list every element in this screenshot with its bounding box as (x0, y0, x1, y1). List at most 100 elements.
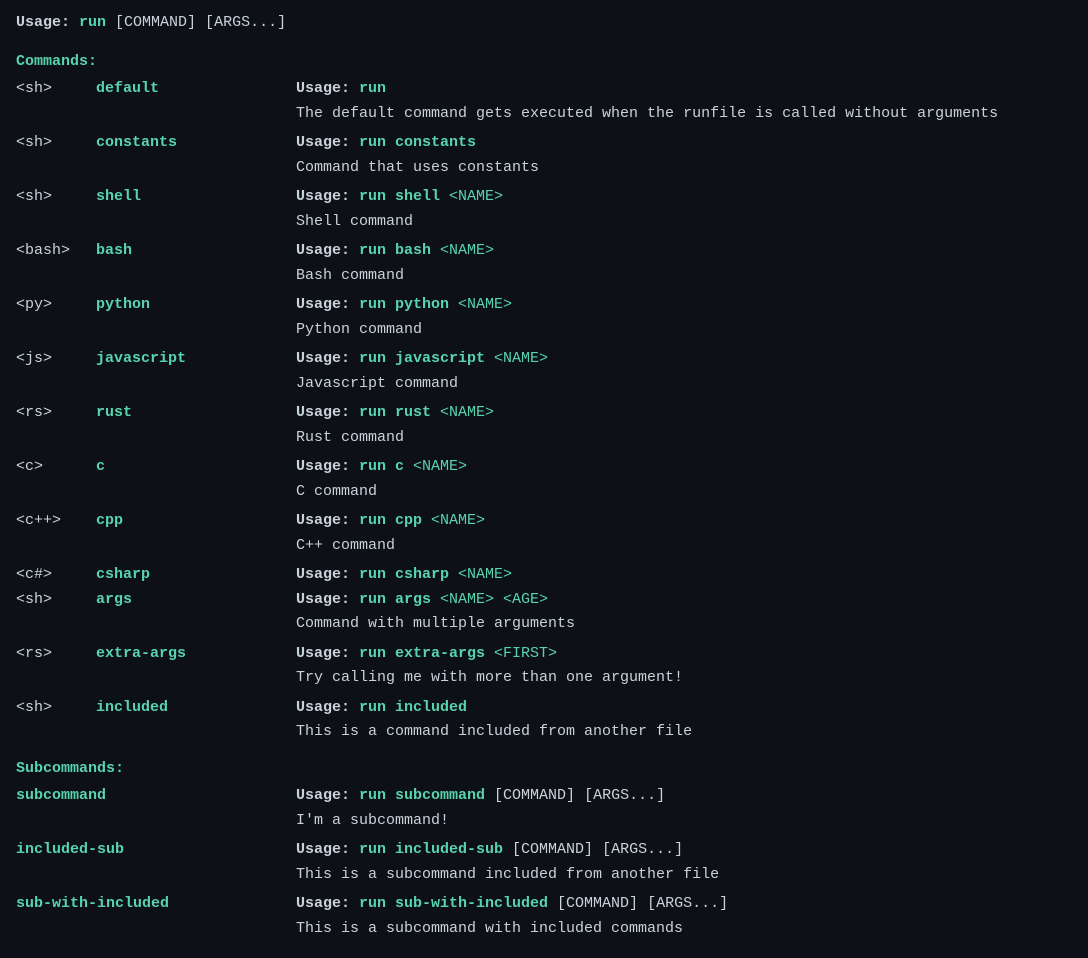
usage-label-text: Usage: (296, 404, 359, 421)
command-description: Try calling me with more than one argume… (296, 666, 1072, 696)
usage-line: Usage: run [COMMAND] [ARGS...] (16, 12, 1072, 35)
table-row: Command with multiple arguments (16, 612, 1072, 642)
subcommands-section: Subcommands: subcommandUsage: run subcom… (16, 758, 1072, 947)
command-description: Bash command (296, 264, 1072, 294)
command-name: args (96, 588, 296, 613)
subcommand-name: included-sub (16, 838, 296, 863)
usage-label-text: Usage: (296, 458, 359, 475)
table-row: Rust command (16, 426, 1072, 456)
command-description: C++ command (296, 534, 1072, 564)
subcommand-usage: Usage: run sub-with-included [COMMAND] [… (296, 892, 1072, 917)
usage-label-text: Usage: (296, 350, 359, 367)
command-usage: Usage: run args <NAME> <AGE> (296, 588, 1072, 613)
usage-args-text: <NAME> (422, 512, 485, 529)
command-usage: Usage: run cpp <NAME> (296, 509, 1072, 534)
command-description: Javascript command (296, 372, 1072, 402)
command-type: <sh> (16, 131, 96, 156)
usage-args-text: <NAME> <AGE> (431, 591, 548, 608)
usage-label-text: Usage: (296, 591, 359, 608)
command-type: <sh> (16, 185, 96, 210)
subcommands-header: Subcommands: (16, 758, 1072, 781)
usage-label-text: Usage: (296, 80, 359, 97)
subcommand-description: This is a subcommand with included comma… (296, 917, 1072, 947)
command-name: constants (96, 131, 296, 156)
usage-cmd-text: run python (359, 296, 449, 313)
usage-args-text: <NAME> (440, 188, 503, 205)
command-type: <bash> (16, 239, 96, 264)
command-type: <c> (16, 455, 96, 480)
subcommand-name-text: included-sub (16, 841, 124, 858)
command-description: The default command gets executed when t… (296, 102, 1072, 132)
usage-cmd-text: run shell (359, 188, 440, 205)
usage-args-text: <NAME> (431, 404, 494, 421)
subcommand-description: This is a subcommand included from anoth… (296, 863, 1072, 893)
command-name: bash (96, 239, 296, 264)
command-name: python (96, 293, 296, 318)
table-row: included-sub Usage: run included-sub [COM… (16, 838, 1072, 863)
command-usage: Usage: run extra-args <FIRST> (296, 642, 1072, 667)
table-row: <js>javascriptUsage: run javascript <NAM… (16, 347, 1072, 372)
command-description: This is a command included from another … (296, 720, 1072, 750)
subcommand-usage: Usage: run subcommand [COMMAND] [ARGS...… (296, 784, 1072, 809)
usage-label-text: Usage: (296, 841, 359, 858)
usage-label-text: Usage: (296, 512, 359, 529)
command-usage: Usage: run rust <NAME> (296, 401, 1072, 426)
table-row: sub-with-includedUsage: run sub-with-inc… (16, 892, 1072, 917)
subcommand-description: I'm a subcommand! (296, 809, 1072, 839)
command-type: <sh> (16, 588, 96, 613)
usage-args-text: <NAME> (449, 566, 512, 583)
usage-label-text: Usage: (296, 242, 359, 259)
table-row: Try calling me with more than one argume… (16, 666, 1072, 696)
usage-args-text: <NAME> (449, 296, 512, 313)
usage-label-text: Usage: (296, 566, 359, 583)
command-type: <c#> (16, 563, 96, 588)
usage-args-text: [COMMAND] [ARGS...] (548, 895, 728, 912)
table-row: Javascript command (16, 372, 1072, 402)
command-type: <py> (16, 293, 96, 318)
command-description: Rust command (296, 426, 1072, 456)
usage-command: run (79, 14, 106, 31)
command-name: included (96, 696, 296, 721)
subcommand-usage: Usage: run included-sub [COMMAND] [ARGS.… (296, 838, 1072, 863)
table-row: This is a subcommand included from anoth… (16, 863, 1072, 893)
usage-args-text: [COMMAND] [ARGS...] (503, 841, 683, 858)
table-row: This is a subcommand with included comma… (16, 917, 1072, 947)
subcommand-name: sub-with-included (16, 892, 296, 917)
command-name: c (96, 455, 296, 480)
command-description: Shell command (296, 210, 1072, 240)
table-row: <sh>shellUsage: run shell <NAME> (16, 185, 1072, 210)
usage-label-text: Usage: (296, 134, 359, 151)
usage-label-text: Usage: (296, 645, 359, 662)
commands-section: Commands: <sh>defaultUsage: runThe defau… (16, 51, 1072, 750)
table-row: <sh>argsUsage: run args <NAME> <AGE> (16, 588, 1072, 613)
usage-label-text: Usage: (296, 188, 359, 205)
usage-args: [COMMAND] [ARGS...] (115, 14, 286, 31)
usage-cmd-text: run included (359, 699, 467, 716)
command-usage: Usage: run c <NAME> (296, 455, 1072, 480)
command-description: Command with multiple arguments (296, 612, 1072, 642)
table-row: This is a command included from another … (16, 720, 1072, 750)
command-usage: Usage: run constants (296, 131, 1072, 156)
table-row: <rs>extra-argsUsage: run extra-args <FIR… (16, 642, 1072, 667)
subcommands-table: subcommandUsage: run subcommand [COMMAND… (16, 784, 1072, 946)
usage-cmd-text: run sub-with-included (359, 895, 548, 912)
usage-args-text: <NAME> (485, 350, 548, 367)
table-row: <c#>csharpUsage: run csharp <NAME> (16, 563, 1072, 588)
command-type: <rs> (16, 642, 96, 667)
usage-label-text: Usage: (296, 296, 359, 313)
usage-cmd-text: run javascript (359, 350, 485, 367)
command-name: extra-args (96, 642, 296, 667)
commands-header: Commands: (16, 51, 1072, 74)
table-row: Bash command (16, 264, 1072, 294)
command-description: Python command (296, 318, 1072, 348)
table-row: C command (16, 480, 1072, 510)
command-usage: Usage: run csharp <NAME> (296, 563, 1072, 588)
usage-cmd-text: run c (359, 458, 404, 475)
usage-cmd-text: run subcommand (359, 787, 485, 804)
command-usage: Usage: run bash <NAME> (296, 239, 1072, 264)
usage-cmd-text: run extra-args (359, 645, 485, 662)
table-row: <py>pythonUsage: run python <NAME> (16, 293, 1072, 318)
table-row: Shell command (16, 210, 1072, 240)
usage-cmd-text: run (359, 80, 386, 97)
usage-args-text: [COMMAND] [ARGS...] (485, 787, 665, 804)
